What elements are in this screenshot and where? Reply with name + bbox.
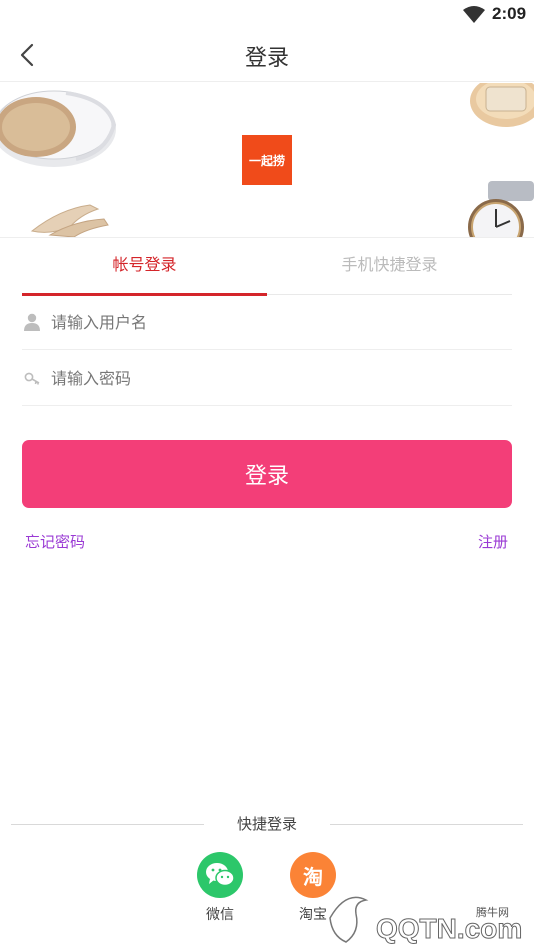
login-tabs: 帐号登录 手机快捷登录 xyxy=(22,238,512,296)
tab-account-login[interactable]: 帐号登录 xyxy=(22,238,267,296)
cushion-compact-image xyxy=(0,90,117,167)
password-input[interactable] xyxy=(51,368,481,388)
watch-image xyxy=(468,181,534,237)
perfume-bottle-image xyxy=(470,83,534,127)
status-bar: 2:09 xyxy=(0,0,534,28)
page-title: 登录 xyxy=(244,46,289,71)
wechat-icon xyxy=(197,852,243,898)
heels-image xyxy=(30,204,109,237)
forgot-password-link[interactable]: 忘记密码 xyxy=(25,531,85,552)
user-icon xyxy=(24,313,40,331)
quick-login-divider-right xyxy=(330,824,523,825)
login-button[interactable]: 登录 xyxy=(22,440,512,508)
username-input[interactable] xyxy=(51,312,481,332)
wechat-login-button[interactable]: 微信 xyxy=(190,852,250,924)
password-row xyxy=(22,351,512,406)
banner: 一起捞 xyxy=(0,83,534,238)
wifi-icon xyxy=(463,6,485,23)
app-logo: 一起捞 xyxy=(242,135,292,185)
status-time: 2:09 xyxy=(492,4,527,23)
watermark-logo: 腾牛网 QQTN.com xyxy=(326,880,532,946)
key-icon xyxy=(24,372,40,385)
tab-phone-quick-login[interactable]: 手机快捷登录 xyxy=(267,238,512,295)
register-link[interactable]: 注册 xyxy=(478,531,508,552)
header: 登录 xyxy=(0,28,534,82)
watermark-text: QQTN.com xyxy=(376,913,522,944)
username-row xyxy=(22,295,512,350)
wechat-label: 微信 xyxy=(206,907,234,923)
